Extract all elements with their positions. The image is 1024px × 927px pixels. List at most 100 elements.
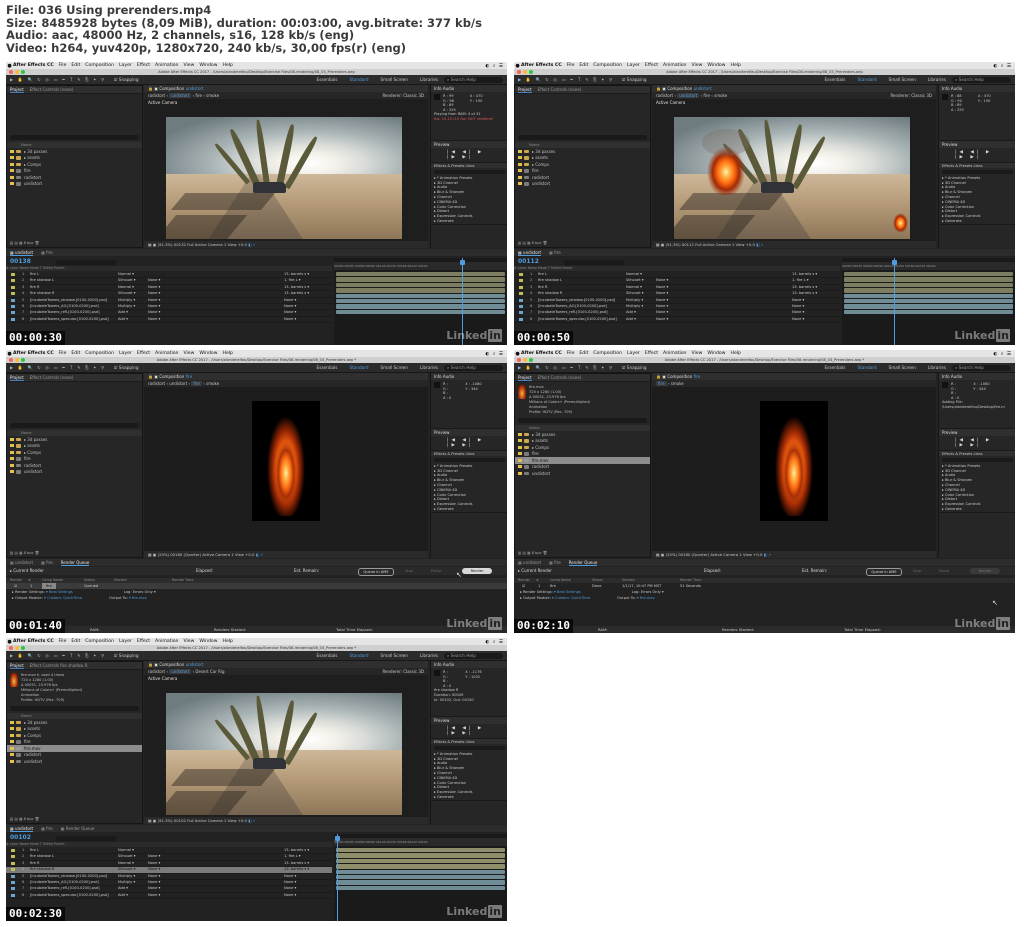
tab-libraries[interactable]: Libra xyxy=(466,452,475,456)
close-window-button[interactable] xyxy=(9,646,13,650)
label-color-swatch[interactable] xyxy=(10,162,14,166)
layer-trkmat-dropdown[interactable]: None ▾ xyxy=(656,278,668,283)
layer-duration-bar[interactable] xyxy=(844,299,1013,304)
composition-tab[interactable]: 🔒 ▣ Composition undistort xyxy=(652,85,936,92)
tab-undistort[interactable]: ▦ undistort xyxy=(10,560,33,565)
current-timecode[interactable]: 00138 xyxy=(10,258,31,265)
tab-info[interactable]: Info xyxy=(942,86,951,91)
tab-info[interactable]: Info xyxy=(942,374,951,379)
menu-item-help[interactable]: Help xyxy=(731,351,741,356)
project-search-input[interactable] xyxy=(10,423,139,428)
workspace-libraries[interactable]: Libraries xyxy=(928,77,946,82)
app-menu-name[interactable]: After Effects CC xyxy=(13,351,54,356)
tab-effect-controls[interactable]: Effect Controls (none) xyxy=(30,87,74,92)
layer-trkmat-dropdown[interactable]: None ▾ xyxy=(656,285,668,290)
layer-parent-dropdown[interactable]: None ▾ xyxy=(284,886,296,891)
menu-item-file[interactable]: File xyxy=(567,63,575,68)
tab-libraries[interactable]: Libra xyxy=(974,164,983,168)
layer-mode-dropdown[interactable]: Add ▾ xyxy=(626,310,636,315)
project-item[interactable]: undistort xyxy=(7,469,142,476)
viewer-controls[interactable]: ▦ ▣ (51.3%) 00102 Full Active Camera 1 V… xyxy=(148,818,248,823)
pause-button[interactable]: Pause xyxy=(424,568,448,574)
workspace-libraries[interactable]: Libraries xyxy=(420,77,438,82)
apple-menu-icon[interactable]: ● xyxy=(514,63,521,69)
layer-parent-dropdown[interactable]: None ▾ xyxy=(284,880,296,885)
menu-item-edit[interactable]: Edit xyxy=(71,639,80,644)
layer-duration-bar[interactable] xyxy=(336,272,505,277)
tab-project[interactable]: Project xyxy=(518,87,532,93)
effects-search-input[interactable] xyxy=(434,457,505,462)
layer-label-color[interactable] xyxy=(11,317,15,321)
minimize-window-button[interactable] xyxy=(15,358,19,362)
timeline-search-input[interactable] xyxy=(56,260,116,265)
current-timecode[interactable]: 00112 xyxy=(518,258,539,265)
layer-trkmat-dropdown[interactable]: None ▾ xyxy=(148,874,160,879)
workspace-standard[interactable]: Standard xyxy=(857,77,876,82)
close-window-button[interactable] xyxy=(517,70,521,74)
flow-node-radistort[interactable]: radistort xyxy=(148,381,165,386)
menu-item-layer[interactable]: Layer xyxy=(119,351,132,356)
layer-trkmat-dropdown[interactable]: None ▾ xyxy=(148,886,160,891)
menu-item-composition[interactable]: Composition xyxy=(593,63,622,68)
layer-mode-dropdown[interactable]: Silhouet ▾ xyxy=(626,278,644,283)
project-item[interactable]: undistort xyxy=(515,181,650,188)
project-item[interactable]: undistort xyxy=(7,758,142,765)
timeline-tab-fire[interactable]: ▦ fire xyxy=(41,826,53,831)
tab-audio[interactable]: Audio xyxy=(443,662,454,667)
search-help-input[interactable]: ⌕ Search Help xyxy=(952,76,1011,83)
tab-render-queue[interactable]: Render Queue xyxy=(568,560,598,566)
bpc-indicator[interactable]: ▥ ▤ ▦ 8 bpc 🗑 xyxy=(518,551,547,555)
layer-trkmat-dropdown[interactable]: None ▾ xyxy=(656,310,668,315)
renderer-setting[interactable]: Renderer: Classic 3D xyxy=(890,92,932,99)
timeline-tab-fire[interactable]: ▦ fire xyxy=(41,250,53,255)
apple-menu-icon[interactable]: ● xyxy=(6,639,13,645)
menu-item-window[interactable]: Window xyxy=(199,351,217,356)
tab-effect-controls[interactable]: Effect Controls (none) xyxy=(538,87,582,92)
layer-label-color[interactable] xyxy=(11,273,15,276)
tab-effects-presets[interactable]: Effects & Presets xyxy=(434,164,466,168)
layer-parent-dropdown[interactable]: None ▾ xyxy=(792,298,804,303)
workspace-small-screen[interactable]: Small Screen xyxy=(381,365,408,370)
layer-trkmat-dropdown[interactable]: None ▾ xyxy=(148,310,160,315)
layer-mode-dropdown[interactable]: Multiply ▾ xyxy=(626,298,643,303)
apple-menu-icon[interactable]: ● xyxy=(6,63,13,69)
layer-label-color[interactable] xyxy=(11,893,15,897)
workspace-essentials[interactable]: Essentials xyxy=(825,77,846,82)
layer-label-color[interactable] xyxy=(519,279,523,283)
menu-item-file[interactable]: File xyxy=(59,63,67,68)
layer-label-color[interactable] xyxy=(519,292,523,296)
tab-preview[interactable]: Preview xyxy=(939,429,1015,436)
composition-tab[interactable]: 🔒 ▣ Composition undistort xyxy=(144,661,428,668)
layer-trkmat-dropdown[interactable]: None ▾ xyxy=(148,893,160,898)
layer-mode-dropdown[interactable]: Normal ▾ xyxy=(118,272,134,277)
minimize-window-button[interactable] xyxy=(523,70,527,74)
layer-duration-bar[interactable] xyxy=(844,272,1013,277)
flow-node-desert-car-rig[interactable]: Desert Car Rig xyxy=(195,669,224,674)
tab-preview[interactable]: Preview xyxy=(431,141,507,148)
layer-row[interactable]: 8 [IncubateTowers_specular.[0100-0200].ps… xyxy=(6,317,332,324)
menu-item-composition[interactable]: Composition xyxy=(593,351,622,356)
layer-trkmat-dropdown[interactable]: None ▾ xyxy=(148,285,160,290)
timeline-search-input[interactable] xyxy=(56,836,116,841)
menu-item-window[interactable]: Window xyxy=(707,63,725,68)
workspace-essentials[interactable]: Essentials xyxy=(317,365,338,370)
menu-item-composition[interactable]: Composition xyxy=(85,351,114,356)
layer-parent-dropdown[interactable]: 1. fire L ▾ xyxy=(284,278,301,283)
label-color-swatch[interactable] xyxy=(10,182,14,186)
layer-label-color[interactable] xyxy=(11,279,15,283)
workspace-small-screen[interactable]: Small Screen xyxy=(889,77,916,82)
tab-audio[interactable]: Audio xyxy=(443,374,454,379)
menu-item-window[interactable]: Window xyxy=(707,351,725,356)
current-render-label[interactable]: ▸ Current Render xyxy=(518,567,552,575)
flow-node-smoke[interactable]: smoke xyxy=(206,381,219,386)
menu-item-edit[interactable]: Edit xyxy=(579,63,588,68)
flow-node-smoke[interactable]: smoke xyxy=(671,381,684,386)
workspace-standard[interactable]: Standard xyxy=(349,365,368,370)
menu-item-help[interactable]: Help xyxy=(731,63,741,68)
project-search-input[interactable] xyxy=(518,135,647,140)
render-checkbox[interactable]: ☑ xyxy=(14,583,17,589)
layer-parent-dropdown[interactable]: None ▾ xyxy=(284,317,296,322)
label-color-swatch[interactable] xyxy=(518,439,522,443)
log-setting[interactable]: Log: Errors Only ▾ xyxy=(123,590,156,594)
renderer-setting[interactable]: Renderer: Classic 3D xyxy=(382,92,424,99)
